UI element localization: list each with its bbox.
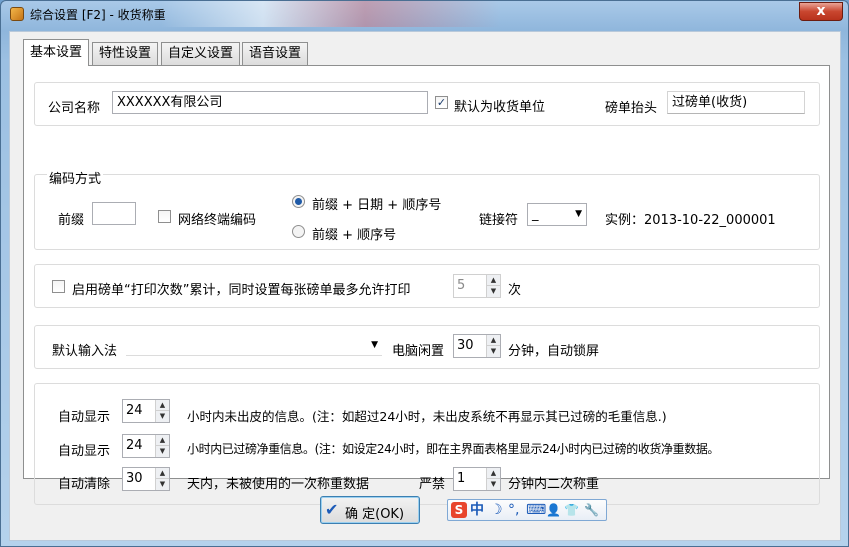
- auto-clear-desc: 天内，未被使用的一次称重数据: [187, 477, 370, 492]
- forbid-minutes-value: 1: [457, 471, 466, 486]
- auto-clear-value: 30: [126, 471, 143, 486]
- stepper-down-icon[interactable]: ▼: [487, 346, 500, 357]
- stepper-down-icon[interactable]: ▼: [487, 286, 500, 297]
- checkmark-icon: ✔: [325, 500, 339, 519]
- input-method-label: 默认输入法: [52, 344, 118, 359]
- forbid-label: 严禁: [419, 477, 446, 492]
- stepper-down-icon[interactable]: ▼: [156, 479, 169, 490]
- company-name-label: 公司名称: [48, 101, 101, 116]
- stepper-up-icon[interactable]: ▲: [487, 275, 500, 286]
- forbid-minutes-stepper[interactable]: 1 ▲ ▼: [453, 467, 501, 491]
- auto-clear-stepper[interactable]: 30 ▲ ▼: [122, 467, 170, 491]
- network-coding-checkbox[interactable]: [158, 210, 171, 223]
- connector-label: 链接符: [479, 213, 519, 228]
- auto-show-desc-1: 小时内未出皮的信息。(注：如超过24小时，未出皮系统不再显示其已过磅的毛重信息.…: [187, 409, 667, 424]
- connector-value: _: [532, 207, 539, 222]
- stepper-down-icon[interactable]: ▼: [156, 446, 169, 457]
- connector-dropdown[interactable]: _ ▼: [527, 203, 587, 226]
- tab-basic-settings[interactable]: 基本设置: [23, 39, 90, 66]
- prefix-label: 前缀: [58, 213, 85, 228]
- ok-button[interactable]: ✔ 确 定(OK): [320, 496, 420, 524]
- idle-label: 电脑闲置: [392, 344, 445, 359]
- sequence-only-label: 前缀 + 顺序号: [312, 228, 397, 243]
- auto-show-stepper-2[interactable]: 24 ▲ ▼: [122, 434, 170, 458]
- print-limit-label: 启用磅单“打印次数”累计，同时设置每张磅单最多允许打印: [72, 283, 411, 298]
- stepper-up-icon[interactable]: ▲: [156, 468, 169, 479]
- keyboard-icon[interactable]: ⌨: [526, 502, 546, 518]
- close-button[interactable]: x: [799, 2, 843, 21]
- settings-window: 综合设置 [F2] - 收货称重 x 基本设置 特性设置 自定义设置 语音设置 …: [0, 0, 849, 547]
- network-coding-label: 网络终端编码: [178, 213, 257, 228]
- skin-icon[interactable]: 👕: [564, 502, 579, 518]
- tab-custom-settings[interactable]: 自定义设置: [161, 42, 241, 65]
- scale-header-label: 磅单抬头: [605, 101, 658, 116]
- chinese-mode-icon[interactable]: 中: [470, 502, 484, 518]
- default-receiver-checkbox[interactable]: ✓: [435, 96, 448, 109]
- forbid-desc: 分钟内二次称重: [508, 477, 600, 492]
- auto-show-label-1: 自动显示: [58, 410, 111, 425]
- print-limit-stepper[interactable]: 5 ▲ ▼: [453, 274, 501, 298]
- chevron-down-icon: ▼: [575, 209, 582, 219]
- print-limit-value: 5: [457, 278, 466, 293]
- prefix-input[interactable]: [92, 202, 136, 225]
- tab-feature-settings[interactable]: 特性设置: [92, 42, 159, 65]
- ok-button-label: 确 定(OK): [345, 507, 405, 522]
- auto-show-value-1: 24: [126, 403, 143, 418]
- auto-show-stepper-1[interactable]: 24 ▲ ▼: [122, 399, 170, 423]
- idle-minutes-stepper[interactable]: 30 ▲ ▼: [453, 334, 501, 358]
- chevron-down-icon: ▼: [371, 340, 378, 350]
- idle-suffix: 分钟，自动锁屏: [508, 344, 600, 359]
- title-bar-decoration: [161, 1, 501, 27]
- user-icon[interactable]: 👤: [546, 502, 561, 518]
- app-icon: [10, 7, 24, 21]
- scale-header-input[interactable]: 过磅单(收货): [667, 91, 805, 114]
- tab-voice-settings[interactable]: 语音设置: [242, 42, 309, 65]
- sequence-only-radio[interactable]: [292, 225, 305, 238]
- punctuation-icon[interactable]: °,: [508, 502, 519, 518]
- auto-show-value-2: 24: [126, 438, 143, 453]
- tab-panel-basic: 公司名称 XXXXXX有限公司 ✓ 默认为收货单位 磅单抬头 过磅单(收货) 编…: [23, 65, 830, 505]
- company-group: 公司名称 XXXXXX有限公司 ✓ 默认为收货单位 磅单抬头 过磅单(收货): [34, 82, 820, 126]
- auto-show-desc-2: 小时内已过磅净重信息。(注：如设定24小时，即在主界面表格里显示24小时内已过磅…: [187, 442, 720, 456]
- stepper-down-icon[interactable]: ▼: [156, 411, 169, 422]
- company-name-input[interactable]: XXXXXX有限公司: [112, 91, 428, 114]
- print-limit-unit: 次: [508, 283, 522, 298]
- default-receiver-label: 默认为收货单位: [454, 100, 546, 115]
- ime-toolbar[interactable]: S 中 ☽ °, ⌨ 👤 👕 🔧: [447, 499, 607, 521]
- stepper-up-icon[interactable]: ▲: [156, 400, 169, 411]
- wrench-icon[interactable]: 🔧: [584, 502, 599, 518]
- window-title: 综合设置 [F2] - 收货称重: [30, 8, 166, 22]
- print-limit-checkbox[interactable]: [52, 280, 65, 293]
- auto-show-label-2: 自动显示: [58, 444, 111, 459]
- example-text: 实例：2013-10-22_000001: [605, 213, 776, 228]
- dialog-client-area: 基本设置 特性设置 自定义设置 语音设置 公司名称 XXXXXX有限公司 ✓ 默…: [9, 31, 841, 541]
- stepper-up-icon[interactable]: ▲: [156, 435, 169, 446]
- date-sequence-label: 前缀 + 日期 + 顺序号: [312, 198, 442, 213]
- stepper-down-icon[interactable]: ▼: [487, 479, 500, 490]
- stepper-up-icon[interactable]: ▲: [487, 335, 500, 346]
- title-bar[interactable]: 综合设置 [F2] - 收货称重 x: [1, 1, 849, 27]
- sogou-logo-icon[interactable]: S: [451, 502, 467, 518]
- input-method-dropdown[interactable]: ▼: [126, 333, 382, 356]
- moon-icon[interactable]: ☽: [490, 502, 503, 518]
- idle-minutes-value: 30: [457, 338, 474, 353]
- stepper-up-icon[interactable]: ▲: [487, 468, 500, 479]
- auto-clear-label: 自动清除: [58, 477, 111, 492]
- date-sequence-radio[interactable]: [292, 195, 305, 208]
- coding-legend: 编码方式: [47, 168, 104, 187]
